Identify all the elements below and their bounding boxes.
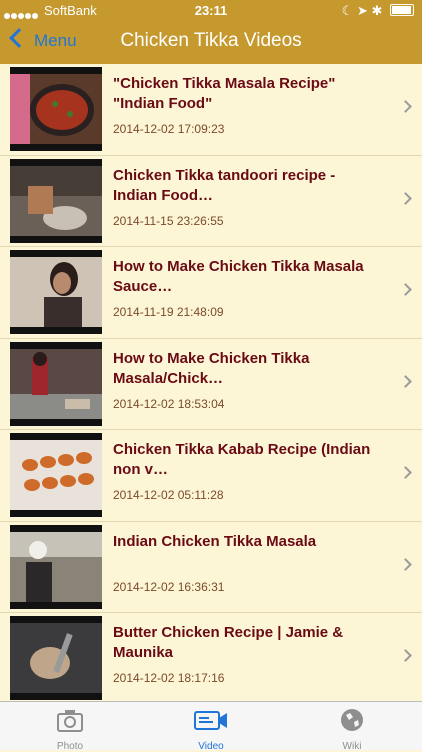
list-item[interactable]: Chicken Tikka Kabab Recipe (Indian non v… — [0, 430, 422, 522]
video-date: 2014-12-02 17:09:23 — [113, 122, 225, 136]
video-date: 2014-12-02 16:36:31 — [113, 579, 225, 594]
location-icon: ➤ — [356, 3, 368, 18]
chevron-right-icon — [399, 191, 412, 205]
list-item[interactable]: Butter Chicken Recipe | Jamie & Maunika … — [0, 613, 422, 701]
list-item[interactable]: Indian Chicken Tikka Masala 2014-12-02 1… — [0, 522, 422, 613]
tab-label: Video — [198, 741, 224, 752]
list-item[interactable]: How to Make Chicken Tikka Masala/Chick… … — [0, 339, 422, 430]
video-title: Chicken Tikka tandoori recipe - Indian F… — [113, 166, 336, 204]
thumbnail-image — [10, 348, 102, 419]
video-thumbnail — [10, 524, 102, 609]
thumbnail-image — [10, 74, 102, 144]
video-title: "Chicken Tikka Masala Recipe" "Indian Fo… — [113, 75, 336, 112]
thumbnail-image — [10, 440, 102, 510]
page-title: Chicken Tikka Videos — [120, 30, 302, 51]
tab-bar: Photo Video Wiki — [0, 701, 422, 752]
camera-icon — [57, 710, 83, 732]
globe-icon — [341, 709, 363, 731]
video-thumbnail — [10, 67, 102, 151]
list-item[interactable]: "Chicken Tikka Masala Recipe" "Indian Fo… — [0, 64, 422, 156]
chevron-right-icon — [399, 466, 412, 479]
status-bar: SoftBank 23:11 ☾ ➤ ✱ — [0, 0, 422, 20]
video-thumbnail — [10, 341, 102, 426]
video-title: How to Make Chicken Tikka Masala/Chick… — [113, 349, 310, 387]
video-title: Indian Chicken Tikka Masala — [113, 532, 317, 550]
battery-icon — [390, 4, 414, 16]
video-title: How to Make Chicken Tikka Masala Sauce… — [113, 258, 364, 295]
chevron-right-icon — [399, 283, 412, 296]
chevron-right-icon — [399, 557, 412, 571]
chevron-right-icon — [399, 100, 412, 113]
thumbnail-image — [10, 165, 102, 236]
video-date: 2014-11-15 23:26:55 — [113, 213, 224, 228]
tab-wiki[interactable]: Wiki — [282, 702, 422, 752]
tab-photo[interactable]: Photo — [0, 702, 140, 752]
video-date: 2014-12-02 18:17:16 — [113, 671, 225, 685]
list-item[interactable]: Chicken Tikka tandoori recipe - Indian F… — [0, 156, 422, 247]
navigation-bar: Menu Chicken Tikka Videos — [0, 20, 422, 64]
video-camera-icon — [194, 711, 227, 730]
status-right: ☾ ➤ ✱ — [342, 3, 414, 19]
top-bar: SoftBank 23:11 ☾ ➤ ✱ Menu Chicken Tikka … — [0, 0, 422, 64]
moon-icon: ☾ — [341, 3, 354, 18]
tab-label: Wiki — [342, 741, 362, 752]
video-date: 2014-12-02 18:53:04 — [113, 396, 225, 411]
bluetooth-icon: ✱ — [371, 3, 383, 18]
video-title: Butter Chicken Recipe | Jamie & Maunika — [113, 624, 344, 661]
thumbnail-image — [10, 257, 102, 327]
chevron-right-icon — [399, 649, 412, 662]
video-date: 2014-11-19 21:48:09 — [113, 305, 224, 319]
video-thumbnail — [10, 158, 102, 243]
video-thumbnail — [10, 616, 102, 700]
video-thumbnail — [10, 250, 102, 334]
video-thumbnail — [10, 433, 102, 517]
video-list[interactable]: "Chicken Tikka Masala Recipe" "Indian Fo… — [0, 64, 422, 701]
chevron-right-icon — [399, 374, 412, 388]
tab-label: Photo — [56, 741, 84, 752]
thumbnail-image — [10, 531, 102, 602]
tab-video[interactable]: Video — [141, 702, 281, 752]
list-item[interactable]: How to Make Chicken Tikka Masala Sauce… … — [0, 247, 422, 339]
video-title: Chicken Tikka Kabab Recipe (Indian non v… — [113, 441, 371, 478]
thumbnail-image — [10, 623, 102, 693]
video-date: 2014-12-02 05:11:28 — [113, 488, 224, 502]
